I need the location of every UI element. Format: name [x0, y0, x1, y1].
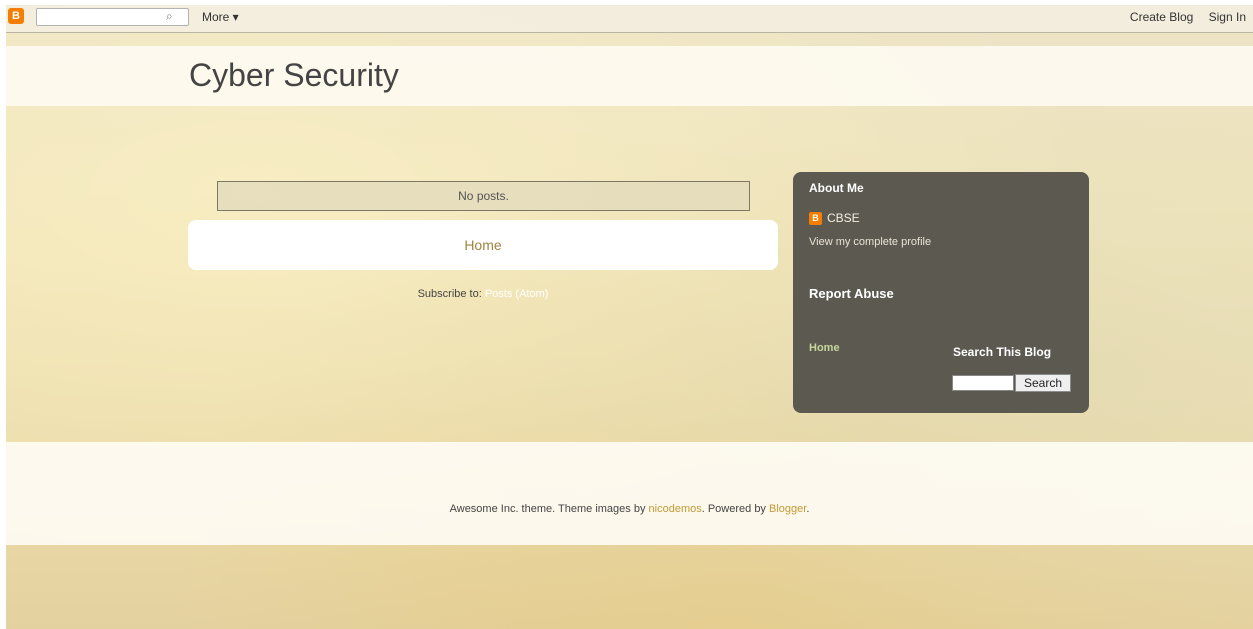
- nicodemos-link[interactable]: nicodemos: [649, 503, 702, 515]
- sign-in-link[interactable]: Sign In: [1209, 10, 1246, 24]
- blog-pager: Home: [188, 220, 778, 270]
- sidebar: About Me B CBSE View my complete profile…: [793, 172, 1089, 413]
- profile-name-link[interactable]: CBSE: [827, 211, 860, 225]
- search-icon[interactable]: ⌕: [166, 8, 173, 24]
- sidebar-home-link[interactable]: Home: [809, 342, 840, 354]
- footer-band: [6, 442, 1253, 545]
- navbar-actions: Create Blog Sign In: [1118, 10, 1246, 24]
- more-menu-button[interactable]: More ▾: [202, 10, 239, 24]
- subscribe-label: Subscribe to:: [417, 288, 482, 300]
- blogger-navbar: B ⌕ More ▾ Create Blog Sign In: [6, 5, 1253, 33]
- home-link[interactable]: Home: [464, 237, 501, 253]
- search-button[interactable]: Search: [1015, 374, 1071, 392]
- view-profile-link[interactable]: View my complete profile: [809, 236, 931, 248]
- no-posts-message: No posts.: [217, 181, 750, 211]
- footer-text-2: . Powered by: [701, 503, 769, 515]
- footer-text-3: .: [806, 503, 810, 515]
- blogger-logo-icon[interactable]: B: [8, 8, 24, 24]
- about-me-heading: About Me: [809, 181, 864, 195]
- blog-title[interactable]: Cyber Security: [189, 56, 399, 94]
- search-blog-heading: Search This Blog: [953, 345, 1052, 359]
- subscribe-feed: Subscribe to: Posts (Atom): [188, 288, 778, 300]
- blogger-profile-icon: B: [809, 212, 822, 225]
- blogger-link[interactable]: Blogger: [769, 503, 806, 515]
- report-abuse-link[interactable]: Report Abuse: [809, 286, 894, 301]
- footer-text-1: Awesome Inc. theme. Theme images by: [449, 503, 649, 515]
- blog-search-input[interactable]: [952, 375, 1014, 391]
- footer-attribution: Awesome Inc. theme. Theme images by nico…: [6, 503, 1253, 515]
- create-blog-link[interactable]: Create Blog: [1130, 10, 1193, 24]
- posts-atom-link[interactable]: Posts (Atom): [485, 288, 549, 300]
